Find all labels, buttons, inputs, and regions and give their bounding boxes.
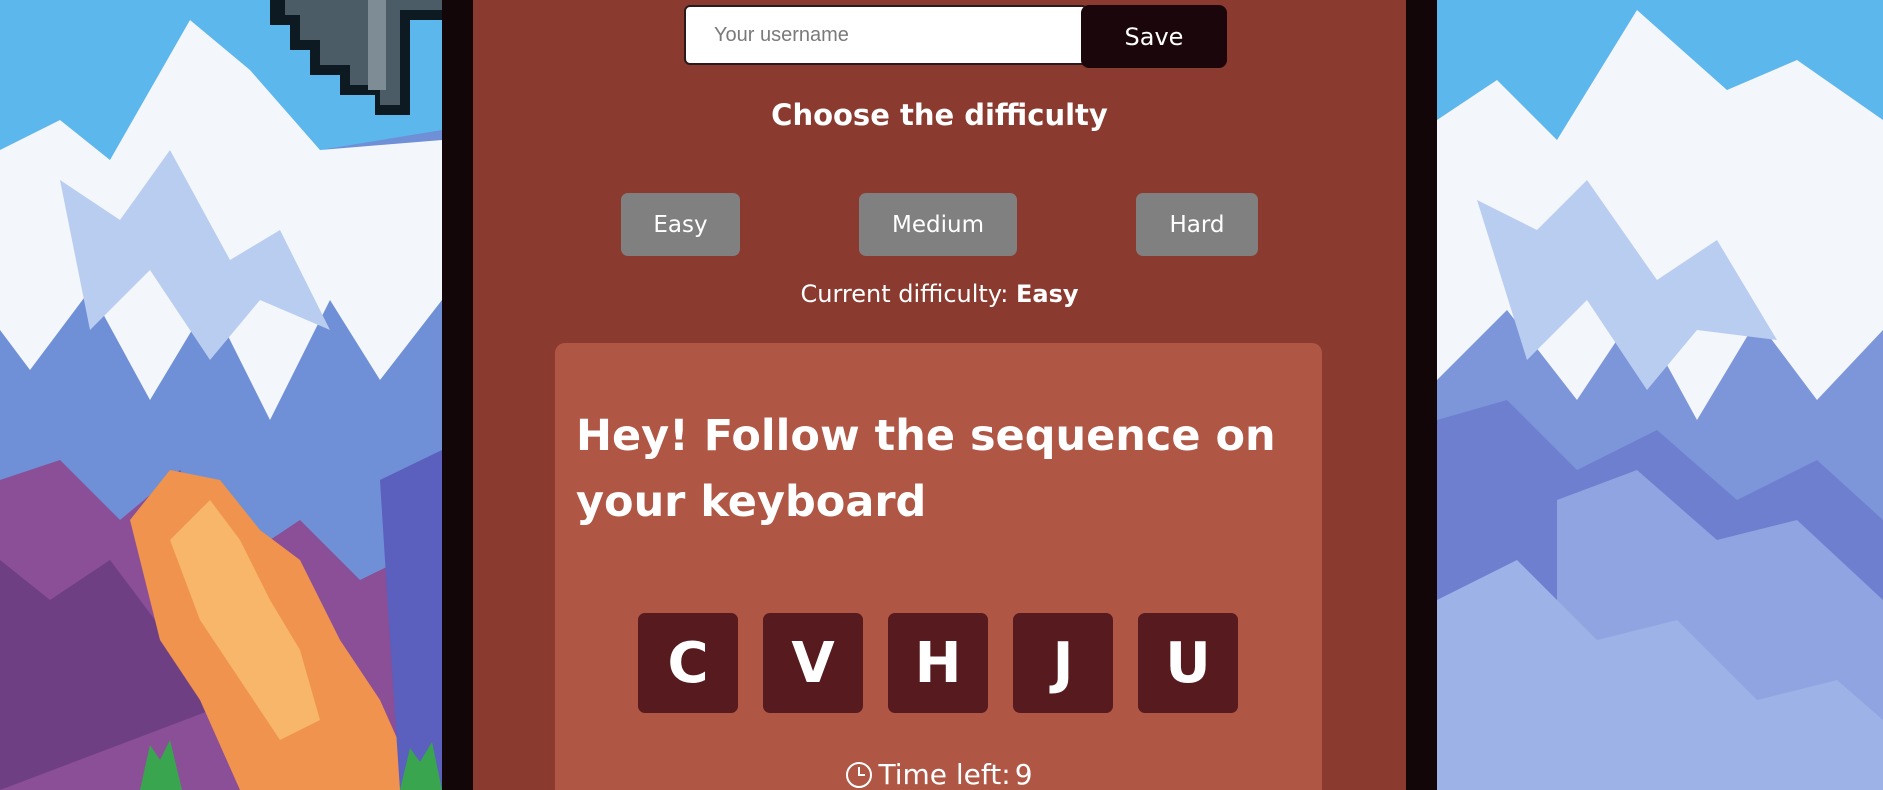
timer-label: Time left: [878,758,1011,790]
username-input[interactable] [684,5,1088,65]
timer: Time left: 9 [555,758,1322,790]
sequence-key: C [638,613,738,713]
game-title: Hey! Follow the sequence on your keyboar… [576,411,1276,527]
game-panel: Save Choose the difficulty Easy Medium H… [473,0,1406,790]
sequence-key: U [1138,613,1238,713]
sequence-key: J [1013,613,1113,713]
game-card: Hey! Follow the sequence on your keyboar… [555,343,1322,790]
difficulty-heading: Choose the difficulty [771,98,1108,132]
timer-value: 9 [1014,758,1033,790]
save-button[interactable]: Save [1081,5,1227,68]
clock-icon [844,760,874,790]
game-frame: Save Choose the difficulty Easy Medium H… [442,0,1437,790]
difficulty-easy-button[interactable]: Easy [621,193,740,256]
mountain-background-right [1437,0,1883,790]
difficulty-medium-button[interactable]: Medium [859,193,1017,256]
mountain-background-left [0,0,442,790]
difficulty-hard-button[interactable]: Hard [1136,193,1258,256]
current-difficulty-value: Easy [1016,280,1079,308]
sequence-key: H [888,613,988,713]
current-difficulty: Current difficulty: Easy [473,280,1406,308]
current-difficulty-label: Current difficulty: [800,280,1016,308]
sequence-key: V [763,613,863,713]
